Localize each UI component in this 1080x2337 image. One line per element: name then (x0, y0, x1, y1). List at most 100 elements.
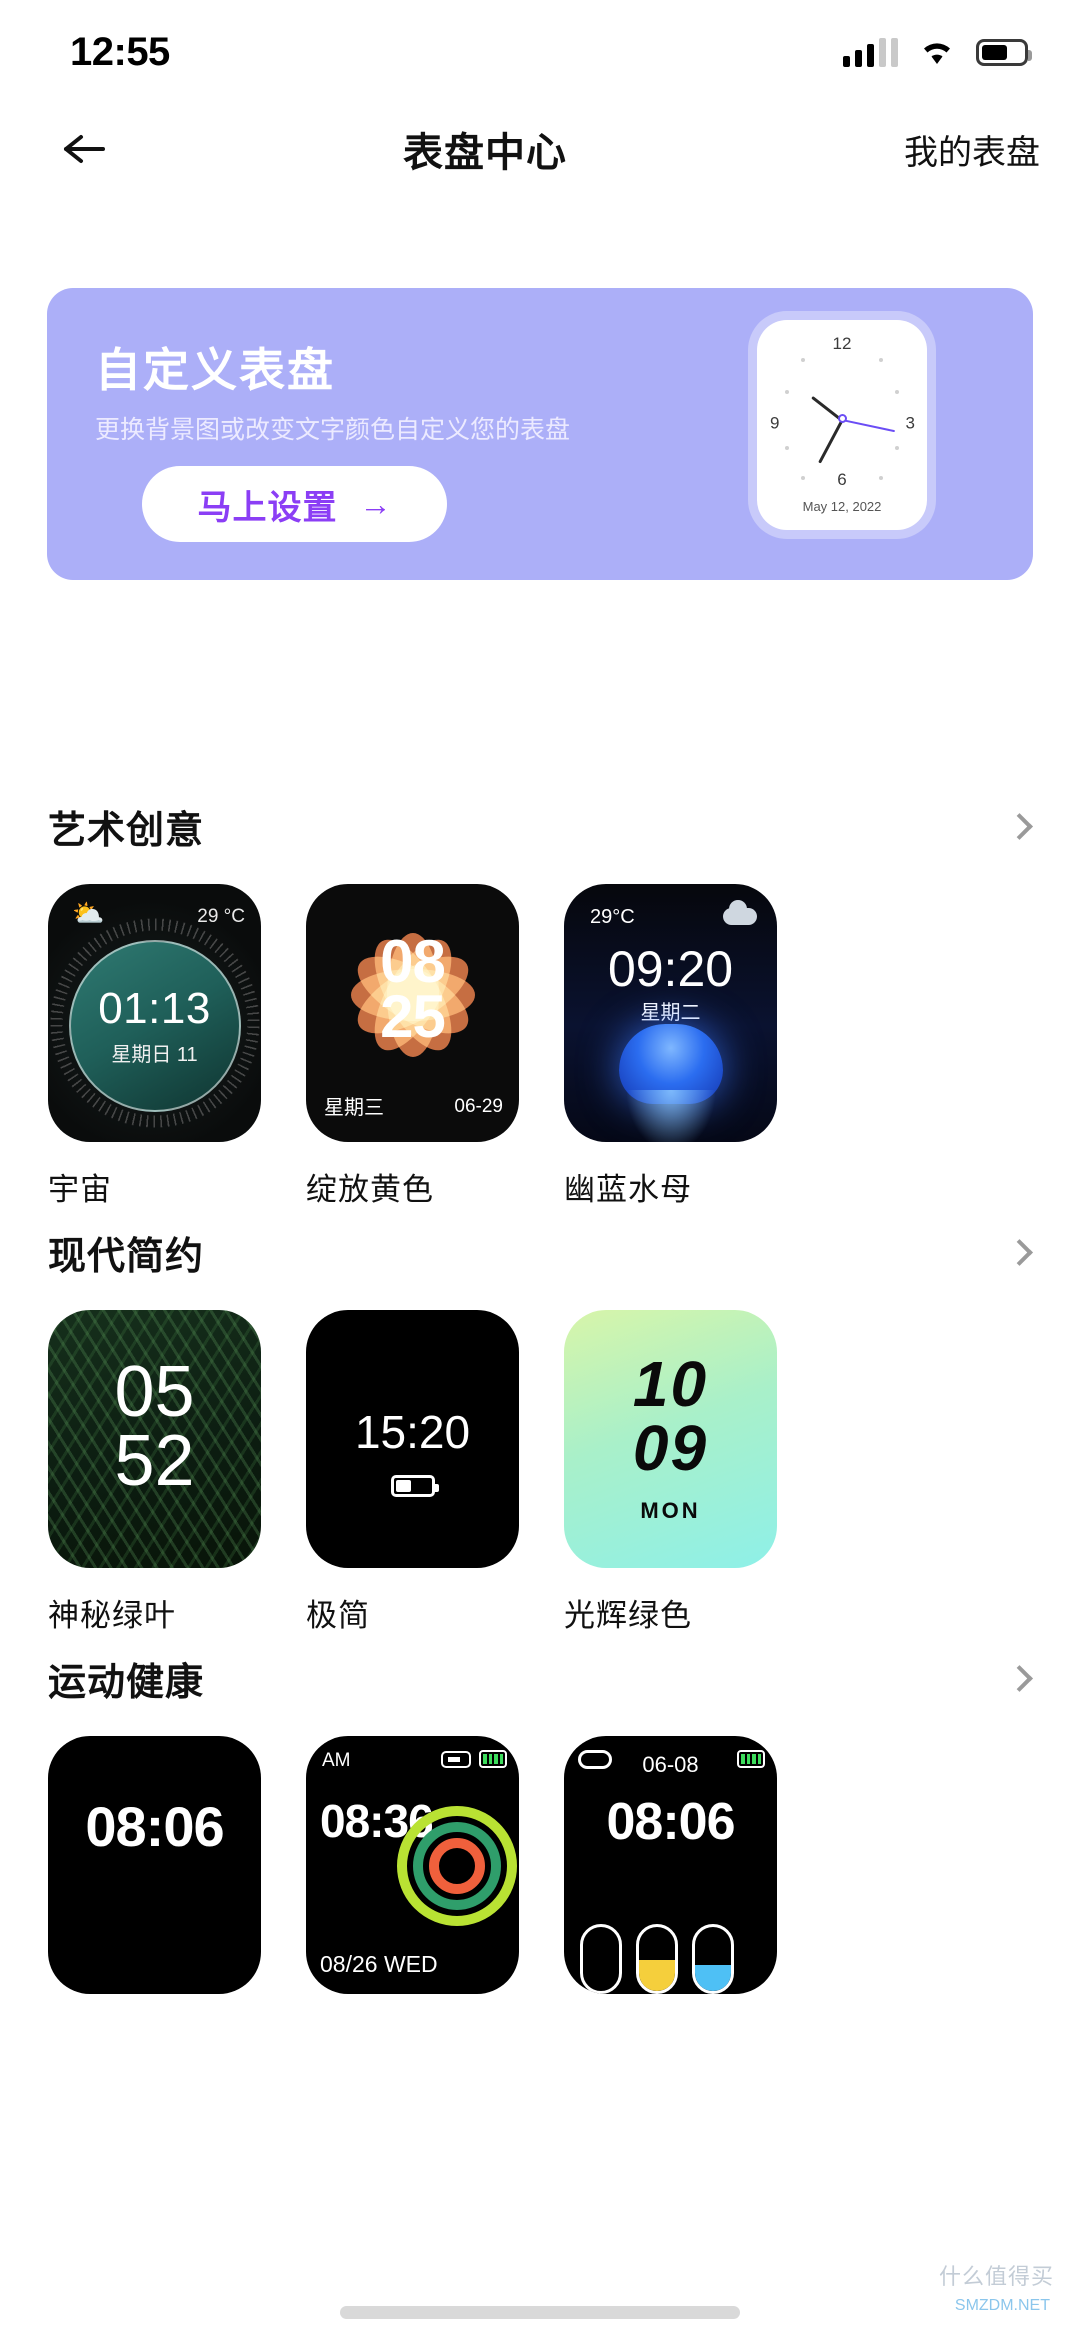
section-title: 艺术创意 (48, 809, 205, 852)
dial-dot (895, 446, 899, 450)
chevron-right-icon[interactable] (1006, 813, 1032, 839)
watch-face-card[interactable]: 08 25 星期三 06-29 绽放黄色 (306, 884, 519, 1209)
watermark-sub: SMZDM.NET (954, 2297, 1050, 2314)
dial-numeral-3: 3 (905, 413, 915, 433)
metric-bar (580, 1924, 622, 1994)
dial-date: May 12, 2022 (802, 499, 882, 514)
section-card-row: ⛅ 29 °C 01:13 星期日 11 宇宙 08 25 星期三 06-29 … (0, 884, 1080, 1209)
watch-face-thumbnail-cosmos[interactable]: ⛅ 29 °C 01:13 星期日 11 (48, 884, 261, 1142)
watch-time-minute: 25 (380, 983, 446, 1051)
metric-bars (580, 1924, 734, 1994)
cloud-icon (723, 900, 757, 925)
banner-title: 自定义表盘 (95, 344, 335, 396)
status-bar-time: 12:55 (70, 29, 170, 74)
home-indicator[interactable] (340, 2306, 740, 2319)
watch-face-thumbnail-activity-rings[interactable]: AM 08:36 08/26 WED (306, 1736, 519, 1994)
dial-dot (785, 446, 789, 450)
meridiem-label: AM (322, 1750, 351, 1771)
section-card-row: 08:06 AM 08:36 08/26 WED 06-08 08:06 (0, 1736, 1080, 1994)
watch-time: 15:20 (354, 1406, 471, 1458)
dial-dot (801, 358, 805, 362)
custom-watch-face-banner[interactable]: 自定义表盘 更换背景图或改变文字颜色自定义您的表盘 马上设置 → 12 3 6 … (47, 288, 1033, 580)
watch-face-card[interactable]: 29°C 09:20 星期二 幽蓝水母 (564, 884, 777, 1209)
watch-face-name: 神秘绿叶 (48, 1598, 176, 1633)
watch-weekday: MON (640, 1498, 701, 1523)
watch-face-preview: 12 3 6 9 May 12, 2022 (757, 320, 927, 530)
watch-time-hour: 10 (632, 1348, 709, 1420)
status-bar-icons (843, 37, 1032, 67)
section-header[interactable]: 艺术创意 (0, 796, 1080, 856)
dial-numeral-12: 12 (832, 334, 852, 353)
section-header[interactable]: 运动健康 (0, 1648, 1080, 1708)
navigation-bar: 表盘中心 我的表盘 (0, 104, 1080, 194)
watch-time-minute: 09 (632, 1412, 709, 1484)
section-header[interactable]: 现代简约 (0, 1222, 1080, 1282)
watch-face-name: 极简 (306, 1598, 370, 1633)
jellyfish-tentacles (626, 1090, 715, 1142)
section-artistic: 艺术创意 ⛅ 29 °C 01:13 星期日 11 宇宙 08 25 星期三 0… (0, 796, 1080, 1209)
watch-time: 08:06 (85, 1795, 224, 1858)
setup-now-button[interactable]: 马上设置 → (142, 466, 447, 542)
dial-numeral-9: 9 (770, 413, 780, 433)
activity-rings (397, 1806, 517, 1926)
watch-face-card[interactable]: 15:20 极简 (306, 1310, 519, 1635)
status-bar: 12:55 (0, 0, 1080, 104)
watch-face-card[interactable]: ⛅ 29 °C 01:13 星期日 11 宇宙 (48, 884, 261, 1209)
watch-time: 01:13 (98, 984, 211, 1034)
watch-time: 08 25 (306, 928, 519, 1051)
watch-face-store-screen: 12:55 表盘中心 我的表盘 自定义表盘 更换背景图或改变文字颜色自定义您的表… (0, 0, 1080, 2337)
page-title: 表盘中心 (403, 131, 567, 175)
section-modern-minimal: 现代简约 05 52 神秘绿叶 15:20 极简 10 09 MON 光辉绿色 (0, 1222, 1080, 1635)
dial-dot (801, 476, 805, 480)
section-sport-health: 运动健康 08:06 AM 08:36 08/26 WED 06-08 08:0… (0, 1648, 1080, 1994)
watch-face-thumbnail-minimal[interactable]: 15:20 (306, 1310, 519, 1568)
watch-face-name: 绽放黄色 (306, 1172, 434, 1207)
watch-face-thumbnail-big-time[interactable]: 08:06 (48, 1736, 261, 1994)
watch-time-minute: 52 (114, 1421, 195, 1502)
section-title: 现代简约 (48, 1235, 205, 1278)
watch-face-card[interactable]: 05 52 神秘绿叶 (48, 1310, 261, 1635)
time-disc: 01:13 星期日 11 (68, 939, 241, 1112)
watch-face-card[interactable]: 08:06 (48, 1736, 261, 1994)
watch-face-card[interactable]: 06-08 08:06 (564, 1736, 777, 1994)
watch-face-thumbnail-link[interactable]: 06-08 08:06 (564, 1736, 777, 1994)
watch-date: 06-08 (642, 1752, 699, 1777)
watch-face-card[interactable]: 10 09 MON 光辉绿色 (564, 1310, 777, 1635)
temperature-label: 29 °C (197, 906, 245, 927)
back-arrow-icon[interactable] (48, 113, 120, 185)
battery-icon (479, 1750, 507, 1768)
watch-weekday: 星期二 (640, 1002, 701, 1024)
chevron-right-icon[interactable] (1006, 1665, 1032, 1691)
watch-time: 08:06 (606, 1793, 736, 1851)
arrow-right-icon: → (359, 486, 392, 522)
watch-time: 09:20 (607, 941, 734, 997)
dial-dot (785, 390, 789, 394)
dial-dot (879, 476, 883, 480)
pill-icon (441, 1750, 471, 1768)
watch-face-thumbnail-flower[interactable]: 08 25 星期三 06-29 (306, 884, 519, 1142)
watch-date: 06-29 (454, 1096, 503, 1117)
watch-time: 05 52 (48, 1356, 261, 1502)
minute-hand (818, 419, 844, 464)
dial-dot (895, 390, 899, 394)
watch-face-card[interactable]: AM 08:36 08/26 WED (306, 1736, 519, 1994)
section-card-row: 05 52 神秘绿叶 15:20 极简 10 09 MON 光辉绿色 (0, 1310, 1080, 1635)
banner-text: 自定义表盘 更换背景图或改变文字颜色自定义您的表盘 (95, 334, 675, 448)
watch-face-thumbnail-bright-green[interactable]: 10 09 MON (564, 1310, 777, 1568)
sun-cloud-icon: ⛅ (72, 898, 105, 928)
watch-face-thumbnail-jellyfish[interactable]: 29°C 09:20 星期二 (564, 884, 777, 1142)
battery-icon (390, 1475, 439, 1497)
watch-face-name: 幽蓝水母 (564, 1172, 692, 1207)
watch-face-name: 光辉绿色 (564, 1598, 692, 1633)
wifi-icon (920, 38, 954, 66)
second-hand (841, 418, 896, 432)
metric-bar (636, 1924, 678, 1994)
watch-face-thumbnail-leaves[interactable]: 05 52 (48, 1310, 261, 1568)
activity-ring-stand (429, 1838, 485, 1894)
chevron-right-icon[interactable] (1006, 1239, 1032, 1265)
watch-time-hour: 08 (380, 928, 446, 995)
watch-date: 08/26 WED (320, 1951, 438, 1977)
my-watch-faces-link[interactable]: 我的表盘 (850, 125, 1040, 174)
signal-bars-icon (843, 37, 898, 67)
setup-now-label: 马上设置 (197, 488, 338, 527)
